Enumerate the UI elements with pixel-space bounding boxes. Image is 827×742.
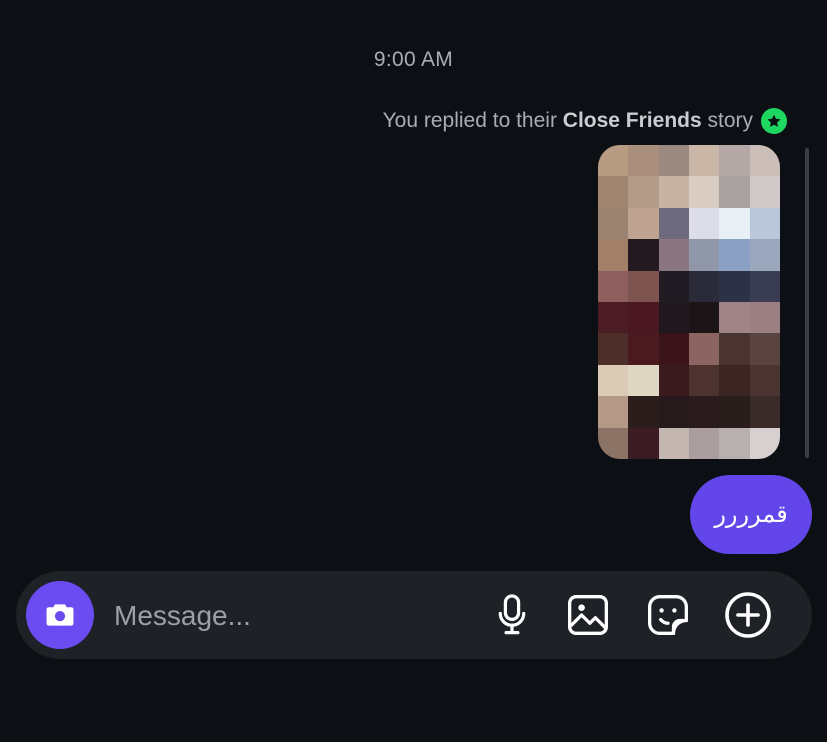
scrollbar[interactable] [805, 148, 809, 458]
message-input[interactable] [112, 589, 456, 643]
reply-note-suffix: story [701, 109, 753, 132]
message-composer [16, 571, 812, 659]
story-reply-note: You replied to their Close Friends story [383, 108, 787, 134]
plus-icon [725, 592, 771, 638]
close-friends-label: Close Friends [562, 109, 702, 132]
story-thumbnail[interactable] [598, 145, 780, 459]
image-icon [568, 595, 608, 635]
microphone-icon [498, 594, 526, 635]
message-timestamp: 9:00 AM [373, 48, 454, 71]
camera-icon [46, 604, 74, 626]
sticker-icon [648, 595, 688, 635]
gallery-button[interactable] [562, 589, 614, 641]
sticker-button[interactable] [642, 589, 694, 641]
voice-message-button[interactable] [486, 589, 538, 641]
more-options-button[interactable] [722, 589, 774, 641]
reply-note-text: You replied to their Close Friends story [383, 109, 753, 133]
outgoing-message-bubble[interactable]: قمرررر [690, 475, 812, 554]
close-friends-badge [761, 108, 787, 134]
star-icon [767, 114, 781, 127]
reply-note-prefix: You replied to their [382, 109, 563, 132]
camera-button[interactable] [26, 581, 94, 649]
